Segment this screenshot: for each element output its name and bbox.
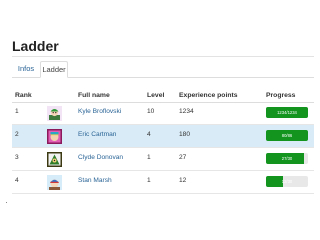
column-header-experience-points: Experience points xyxy=(179,92,238,99)
player-name-link[interactable]: Eric Cartman xyxy=(78,131,116,138)
tab-ladder[interactable]: Ladder xyxy=(40,61,68,78)
tab-infos[interactable]: Infos xyxy=(14,61,38,77)
tab-bar: Infos Ladder xyxy=(12,61,314,78)
table-row: 4 Stan Marsh 1 12 12/30 xyxy=(12,171,314,194)
title-divider xyxy=(12,56,314,57)
rank-cell: 2 xyxy=(15,131,19,138)
cartman-avatar-icon xyxy=(47,129,62,144)
column-header-progress: Progress xyxy=(266,92,296,99)
progress-label: 12/30 xyxy=(281,179,293,184)
stray-dot xyxy=(6,202,7,203)
level-cell: 1 xyxy=(147,154,151,161)
experience-cell: 12 xyxy=(179,177,187,184)
player-name-link[interactable]: Stan Marsh xyxy=(78,177,112,184)
player-name-link[interactable]: Clyde Donovan xyxy=(78,154,123,161)
progress-bar: 1234/1234 xyxy=(266,107,308,118)
progress-bar: 27/30 xyxy=(266,153,308,164)
table-row: 1 Kyle Broflovski 10 1234 1234/1234 xyxy=(12,102,314,125)
player-name-link[interactable]: Kyle Broflovski xyxy=(78,108,121,115)
column-header-rank: Rank xyxy=(15,92,32,99)
experience-cell: 27 xyxy=(179,154,187,161)
column-header-level: Level xyxy=(147,92,165,99)
kyle-avatar-icon xyxy=(47,106,62,121)
table-row: 3 Clyde Donovan 1 27 27/30 xyxy=(12,148,314,171)
rank-cell: 1 xyxy=(15,108,19,115)
progress-label: 27/30 xyxy=(281,156,293,161)
level-cell: 4 xyxy=(147,131,151,138)
progress-bar: 12/30 xyxy=(266,176,308,187)
progress-label: 80/86 xyxy=(281,133,293,138)
rank-cell: 4 xyxy=(15,177,19,184)
stan-avatar-icon xyxy=(47,175,62,190)
experience-cell: 1234 xyxy=(179,108,194,115)
progress-label: 1234/1234 xyxy=(277,110,297,115)
ladder-page: Ladder Infos Ladder Rank Full name Level… xyxy=(0,0,320,240)
table-row: 2 Eric Cartman 4 180 80/86 xyxy=(12,125,314,148)
column-header-full-name: Full name xyxy=(78,92,110,99)
level-cell: 1 xyxy=(147,177,151,184)
page-title: Ladder xyxy=(12,38,59,54)
experience-cell: 180 xyxy=(179,131,191,138)
progress-bar: 80/86 xyxy=(266,130,308,141)
level-cell: 10 xyxy=(147,108,155,115)
rank-cell: 3 xyxy=(15,154,19,161)
clyde-avatar-icon xyxy=(47,152,62,167)
